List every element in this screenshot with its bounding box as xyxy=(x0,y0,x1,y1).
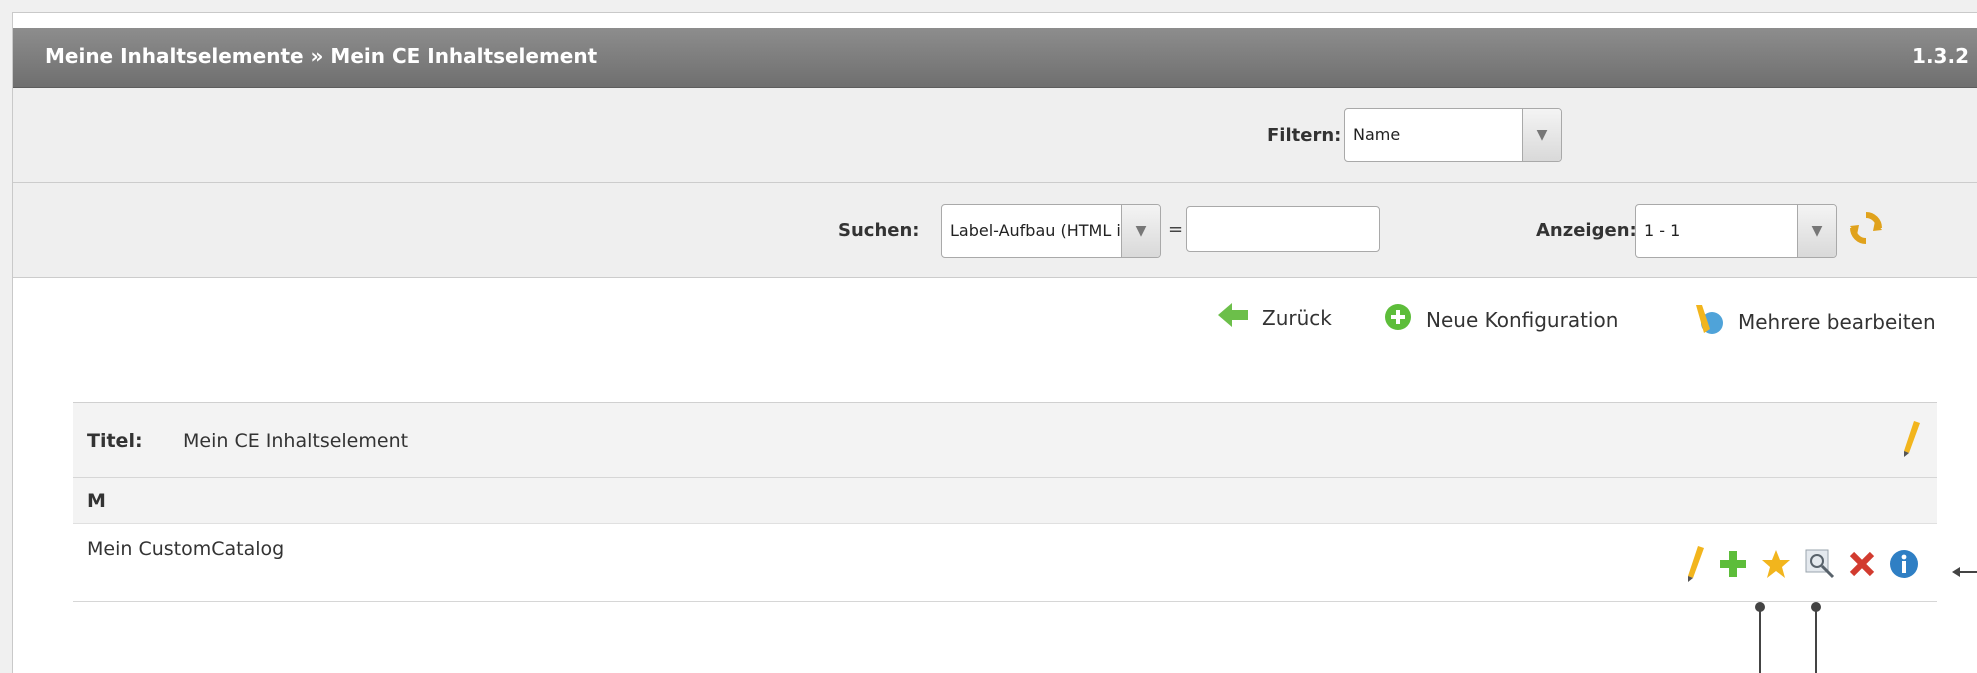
new-configuration-label: Neue Konfiguration xyxy=(1426,307,1619,332)
version-label: 1.3.2 xyxy=(1912,44,1969,68)
callout-arrow-icon xyxy=(1952,563,1977,582)
show-select[interactable]: 1 - 1 ▼ xyxy=(1635,204,1837,258)
operator-label: = xyxy=(1168,219,1184,240)
chevron-down-icon: ▼ xyxy=(1522,109,1561,161)
show-label: Anzeigen: xyxy=(1536,220,1637,241)
item-name: Mein CustomCatalog xyxy=(87,538,285,560)
search-field-select[interactable]: Label-Aufbau (HTML ist er ▼ xyxy=(941,204,1161,258)
edit-multiple-label: Mehrere bearbeiten xyxy=(1738,309,1936,334)
filter-label: Filtern: xyxy=(1267,125,1342,146)
pencil-icon[interactable] xyxy=(1685,546,1705,586)
plus-circle-icon xyxy=(1384,303,1412,336)
filter-select-value: Name xyxy=(1353,125,1401,144)
edit-multiple-icon xyxy=(1692,303,1724,340)
title-label: Titel: xyxy=(87,430,143,452)
refresh-icon[interactable] xyxy=(1849,211,1883,249)
show-select-value: 1 - 1 xyxy=(1644,221,1681,240)
pencil-icon[interactable] xyxy=(1901,421,1921,461)
table-title-row: Titel: Mein CE Inhaltselement xyxy=(73,402,1937,478)
search-toolbar: Suchen: Label-Aufbau (HTML ist er ▼ = An… xyxy=(13,183,1977,278)
filter-toolbar: Filtern: Name ▼ xyxy=(13,88,1977,183)
record-table: Titel: Mein CE Inhaltselement M Mein Cus… xyxy=(73,402,1937,602)
title-value: Mein CE Inhaltselement xyxy=(183,430,409,452)
table-row: Mein CustomCatalog xyxy=(73,524,1937,602)
row-actions xyxy=(1685,546,1919,586)
chevron-down-icon: ▼ xyxy=(1797,205,1836,257)
info-icon[interactable] xyxy=(1889,549,1919,583)
callout-line-search xyxy=(1815,607,1817,673)
plus-icon[interactable] xyxy=(1719,550,1747,582)
back-link[interactable]: Zurück xyxy=(1218,303,1332,332)
callout-line-star xyxy=(1759,607,1761,673)
delete-icon[interactable] xyxy=(1849,551,1875,581)
group-letter: M xyxy=(87,490,106,512)
title-bar: Meine Inhaltselemente » Mein CE Inhaltse… xyxy=(13,28,1977,88)
new-configuration-link[interactable]: Neue Konfiguration xyxy=(1384,303,1618,336)
group-header-row: M xyxy=(73,478,1937,524)
filter-select[interactable]: Name ▼ xyxy=(1344,108,1562,162)
edit-multiple-link[interactable]: Mehrere bearbeiten xyxy=(1692,303,1936,340)
search-input[interactable] xyxy=(1186,206,1380,252)
breadcrumb: Meine Inhaltselemente » Mein CE Inhaltse… xyxy=(45,44,598,68)
star-icon[interactable] xyxy=(1761,549,1791,583)
arrow-left-icon xyxy=(1218,303,1248,332)
back-label: Zurück xyxy=(1262,305,1332,330)
chevron-down-icon: ▼ xyxy=(1121,205,1160,257)
search-label: Suchen: xyxy=(838,220,920,241)
search-icon[interactable] xyxy=(1805,549,1835,583)
